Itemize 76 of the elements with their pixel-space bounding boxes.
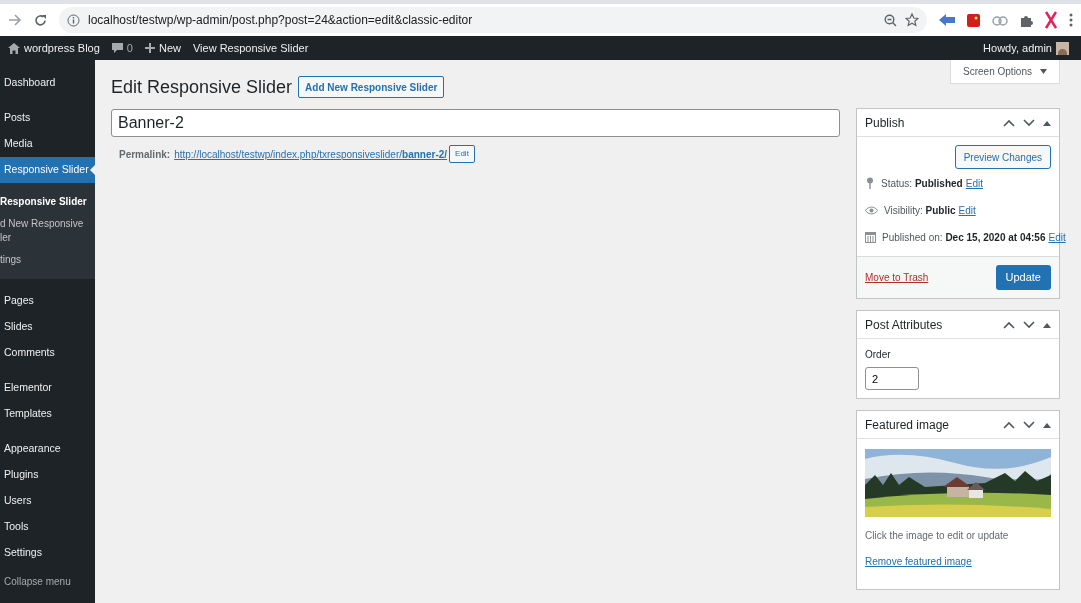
edit-link[interactable]: Edit — [1048, 229, 1066, 245]
submenu-item[interactable]: tings — [0, 249, 88, 271]
move-down-icon[interactable] — [1023, 320, 1035, 329]
comment-icon[interactable] — [111, 42, 123, 54]
edit-link[interactable]: Edit — [958, 202, 976, 218]
menu-item[interactable]: Pages — [0, 288, 95, 314]
submenu-item[interactable]: d New Responsive ler — [0, 213, 88, 249]
edit-permalink-button[interactable]: Edit — [449, 145, 475, 163]
extension-icon[interactable] — [1045, 11, 1057, 29]
menu-item[interactable]: Tools — [0, 514, 95, 540]
menu-item[interactable]: Media — [0, 131, 95, 157]
extension-icon[interactable] — [992, 14, 1008, 26]
move-up-icon[interactable] — [1003, 420, 1015, 429]
menu-item[interactable]: Slides — [0, 314, 95, 340]
pin-icon — [865, 177, 875, 189]
publish-info: Status: Published — [881, 176, 963, 191]
order-label: Order — [865, 348, 892, 362]
menu-icon[interactable] — [1069, 13, 1073, 27]
plus-icon[interactable] — [144, 43, 155, 53]
permalink-label: Permalink: — [119, 147, 171, 162]
menu-item[interactable]: Settings — [0, 540, 95, 566]
add-new-button[interactable]: Add New Responsive Slider — [298, 76, 445, 98]
menu-item[interactable]: Plugins — [0, 462, 95, 488]
menu-item[interactable]: Templates — [0, 401, 95, 427]
panel-title: Publish — [865, 114, 905, 132]
url-text: localhost/testwp/wp-admin/post.php?post=24&action=edit&classic-editor — [88, 12, 474, 29]
forward-icon[interactable] — [8, 14, 22, 26]
view-link[interactable]: View Responsive Slider — [192, 39, 309, 57]
move-up-icon[interactable] — [1003, 118, 1015, 127]
new-link[interactable]: New — [158, 39, 181, 57]
toggle-panel-icon[interactable] — [1043, 321, 1051, 328]
permalink-link[interactable]: http://localhost/testwp/index.php/txresponsiveslider/banner-2/ — [174, 146, 448, 162]
zoom-out-icon[interactable] — [884, 13, 897, 27]
home-icon[interactable] — [8, 42, 20, 54]
reload-icon[interactable] — [34, 13, 47, 27]
preview-changes-button[interactable]: Preview Changes — [954, 145, 1051, 169]
panel-title: Post Attributes — [865, 316, 943, 334]
eye-icon — [865, 205, 878, 215]
panel-title: Featured image — [865, 416, 950, 434]
comment-count[interactable]: 0 — [126, 39, 133, 57]
move-down-icon[interactable] — [1023, 118, 1035, 127]
edit-link[interactable]: Edit — [965, 175, 983, 191]
menu-item[interactable]: Dashboard — [0, 70, 95, 96]
move-up-icon[interactable] — [1003, 320, 1015, 329]
menu-item[interactable]: Elementor — [0, 375, 95, 401]
update-button[interactable]: Update — [995, 265, 1051, 290]
publish-info: Published on: Dec 15, 2020 at 04:56 — [882, 230, 1046, 245]
caret-icon — [1040, 69, 1047, 74]
screen-options-button[interactable]: Screen Options — [950, 60, 1060, 84]
move-to-trash-link[interactable]: Move to Trash — [865, 270, 929, 285]
move-down-icon[interactable] — [1023, 420, 1035, 429]
account-link[interactable]: Howdy, admin — [983, 39, 1052, 57]
publish-info: Visibility: Public — [884, 203, 956, 218]
remove-featured-image-link[interactable]: Remove featured image — [865, 554, 1051, 569]
toggle-panel-icon[interactable] — [1043, 119, 1051, 126]
featured-image-hint: Click the image to edit or update — [865, 529, 1010, 543]
puzzle-icon[interactable] — [1020, 13, 1033, 27]
submenu-item[interactable]: Responsive Slider — [0, 191, 88, 213]
menu-item[interactable]: Responsive Slider — [0, 157, 95, 183]
info-icon[interactable] — [67, 13, 80, 27]
toggle-panel-icon[interactable] — [1043, 421, 1051, 428]
avatar-icon[interactable] — [1056, 41, 1069, 55]
extension-icon[interactable] — [967, 13, 980, 27]
collapse-menu[interactable]: Collapse menu — [0, 568, 95, 594]
menu-item[interactable]: Comments — [0, 340, 95, 366]
menu-item[interactable]: Appearance — [0, 436, 95, 462]
star-icon[interactable] — [905, 13, 919, 27]
calendar-icon — [865, 231, 876, 243]
menu-item[interactable]: Posts — [0, 105, 95, 131]
title-field[interactable]: Banner-2 — [111, 109, 840, 137]
address-bar[interactable]: localhost/testwp/wp-admin/post.php?post=24&action=edit&classic-editor — [59, 7, 927, 33]
site-link[interactable]: wordpress Blog — [24, 39, 100, 57]
order-field[interactable]: 2 — [865, 367, 919, 390]
menu-item[interactable]: Users — [0, 488, 95, 514]
page-heading: Edit Responsive Slider — [111, 75, 293, 99]
extension-icon[interactable] — [939, 14, 955, 26]
